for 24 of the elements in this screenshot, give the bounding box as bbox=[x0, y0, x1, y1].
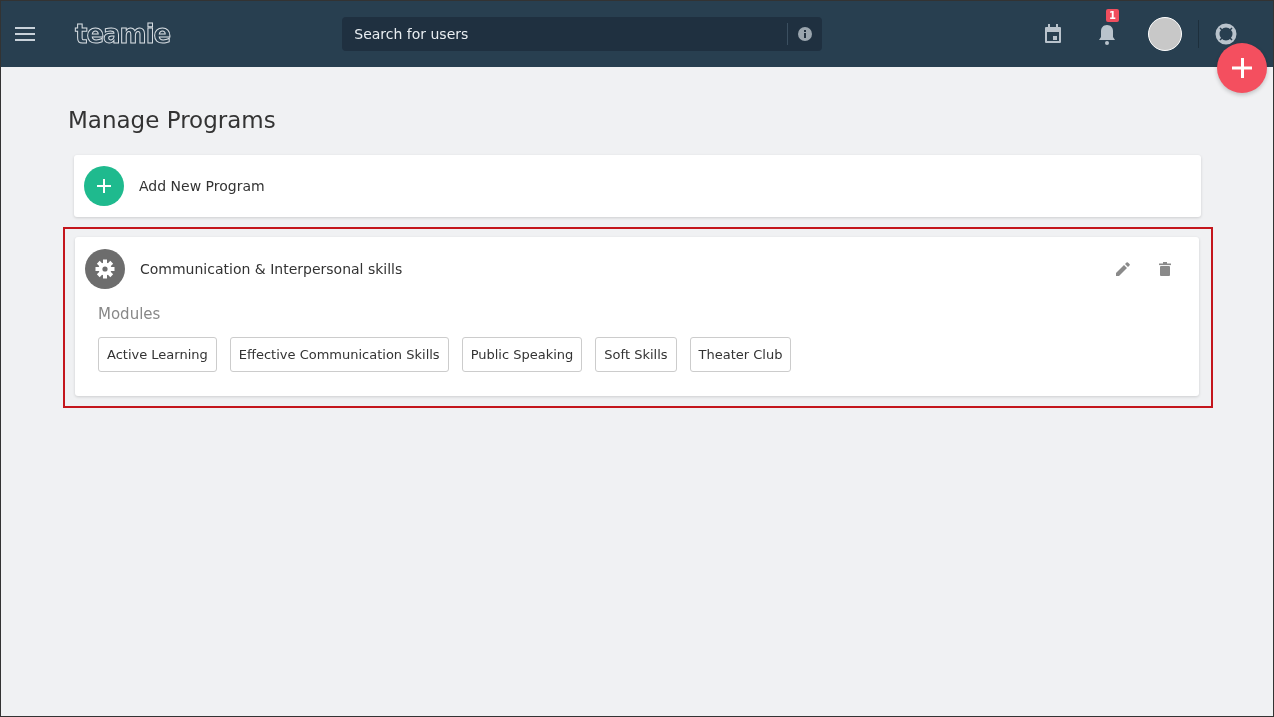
calendar-icon[interactable] bbox=[1044, 24, 1062, 44]
module-tag[interactable]: Effective Communication Skills bbox=[229, 337, 449, 372]
module-tag[interactable]: Theater Club bbox=[689, 337, 792, 372]
add-program-card[interactable]: Add New Program bbox=[74, 155, 1201, 217]
notification-badge: 1 bbox=[1106, 9, 1119, 22]
add-button[interactable] bbox=[1217, 43, 1267, 93]
gear-icon bbox=[85, 249, 125, 289]
search-field[interactable]: Search for users bbox=[342, 17, 823, 51]
module-tag[interactable]: Soft Skills bbox=[595, 337, 677, 372]
module-tag[interactable]: Active Learning bbox=[98, 337, 217, 372]
info-icon[interactable] bbox=[798, 27, 813, 41]
modules-label: Modules bbox=[98, 305, 162, 323]
add-program-label: Add New Program bbox=[139, 178, 265, 194]
bell-icon[interactable] bbox=[1098, 23, 1116, 45]
plus-icon bbox=[1232, 58, 1252, 78]
trash-icon[interactable] bbox=[1159, 262, 1171, 276]
program-name: Communication & Interpersonal skills bbox=[140, 261, 403, 277]
menu-icon[interactable] bbox=[15, 27, 35, 41]
lifebuoy-icon[interactable] bbox=[1215, 23, 1237, 45]
page-title: Manage Programs bbox=[68, 107, 277, 133]
logo[interactable]: teamie bbox=[75, 19, 171, 49]
pencil-icon[interactable] bbox=[1116, 262, 1130, 276]
module-tag[interactable]: Public Speaking bbox=[461, 337, 583, 372]
avatar[interactable] bbox=[1148, 17, 1182, 51]
